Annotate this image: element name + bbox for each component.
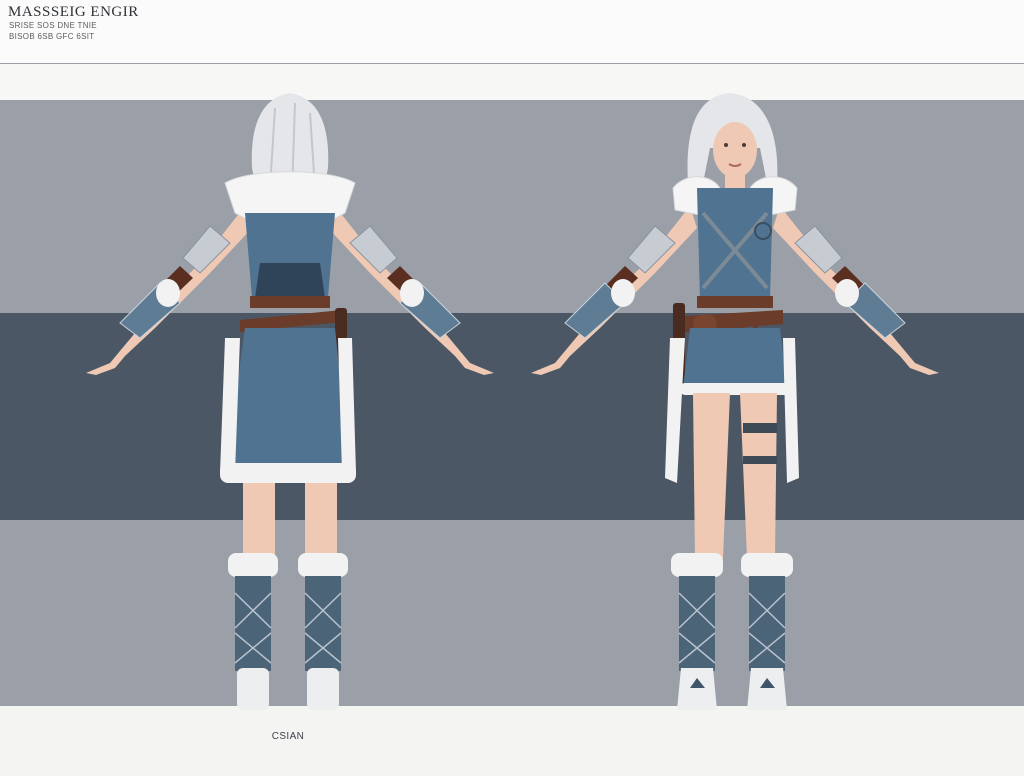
back-torso [245, 213, 335, 298]
character-back-view [86, 93, 494, 710]
front-face [713, 122, 757, 190]
front-right-arm [773, 206, 939, 375]
header-divider [0, 63, 1024, 64]
front-skirt [665, 328, 799, 483]
sheet-subtitle-line-1: SRISE SOS DNE TNIE [9, 21, 97, 30]
front-legs [693, 393, 777, 558]
back-skirt [220, 328, 356, 483]
sheet-subtitle-line-2: BISOB 6SB GFC 6SIT [9, 32, 95, 41]
character-front-view [531, 93, 939, 710]
front-torso [697, 188, 773, 300]
back-right-arm [328, 206, 494, 375]
sheet-header: MASSSEIG ENGIR SRISE SOS DNE TNIE BISOB … [0, 0, 1024, 64]
view-caption: CSIAN [271, 731, 305, 742]
back-legs [243, 483, 337, 563]
back-boots [228, 553, 348, 710]
sheet-title: MASSSEIG ENGIR [8, 4, 139, 20]
front-boots [671, 553, 793, 710]
